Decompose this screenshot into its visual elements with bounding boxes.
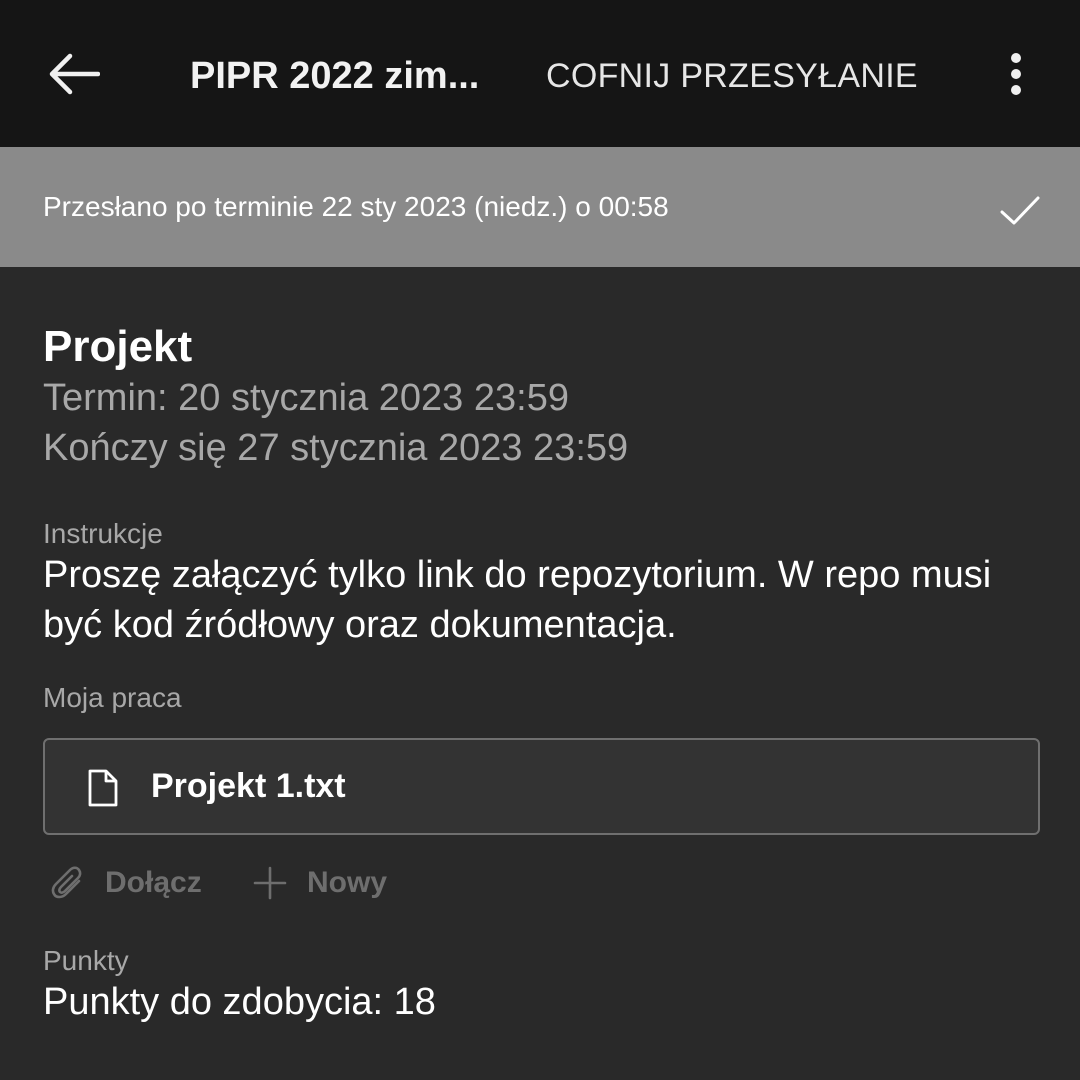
paperclip-icon: [51, 866, 82, 899]
attach-label: Dołącz: [105, 866, 202, 899]
due-date: Termin: 20 stycznia 2023 23:59: [43, 377, 569, 419]
points-value: Punkty do zdobycia: 18: [43, 981, 436, 1023]
submission-status-text: Przesłano po terminie 22 sty 2023 (niedz…: [43, 191, 669, 222]
file-icon: [88, 769, 118, 807]
my-work-label: Moja praca: [43, 682, 182, 713]
file-name: Projekt 1.txt: [151, 767, 346, 805]
assignment-title: Projekt: [43, 322, 193, 371]
new-label: Nowy: [307, 866, 388, 899]
new-button[interactable]: Nowy: [253, 858, 387, 908]
attach-button[interactable]: Dołącz: [51, 858, 202, 908]
plus-icon: [253, 866, 287, 900]
unsubmit-button[interactable]: COFNIJ PRZESYŁANIE: [546, 48, 918, 104]
points-label: Punkty: [43, 945, 129, 976]
more-options-button[interactable]: [992, 44, 1040, 104]
back-button[interactable]: [36, 38, 112, 110]
attached-file-card[interactable]: Projekt 1.txt: [43, 738, 1040, 835]
instructions-text: Proszę załączyć tylko link do repozytori…: [43, 554, 992, 646]
class-title: PIPR 2022 zim...: [190, 55, 480, 97]
instructions-label: Instrukcje: [43, 518, 163, 549]
top-app-bar: PIPR 2022 zim... COFNIJ PRZESYŁANIE: [0, 0, 1080, 147]
submission-status-banner: Przesłano po terminie 22 sty 2023 (niedz…: [0, 147, 1080, 267]
checkmark-icon: [1000, 196, 1040, 225]
close-date: Kończy się 27 stycznia 2023 23:59: [43, 427, 629, 469]
more-vertical-icon: [1011, 53, 1021, 95]
arrow-left-icon: [49, 53, 100, 95]
